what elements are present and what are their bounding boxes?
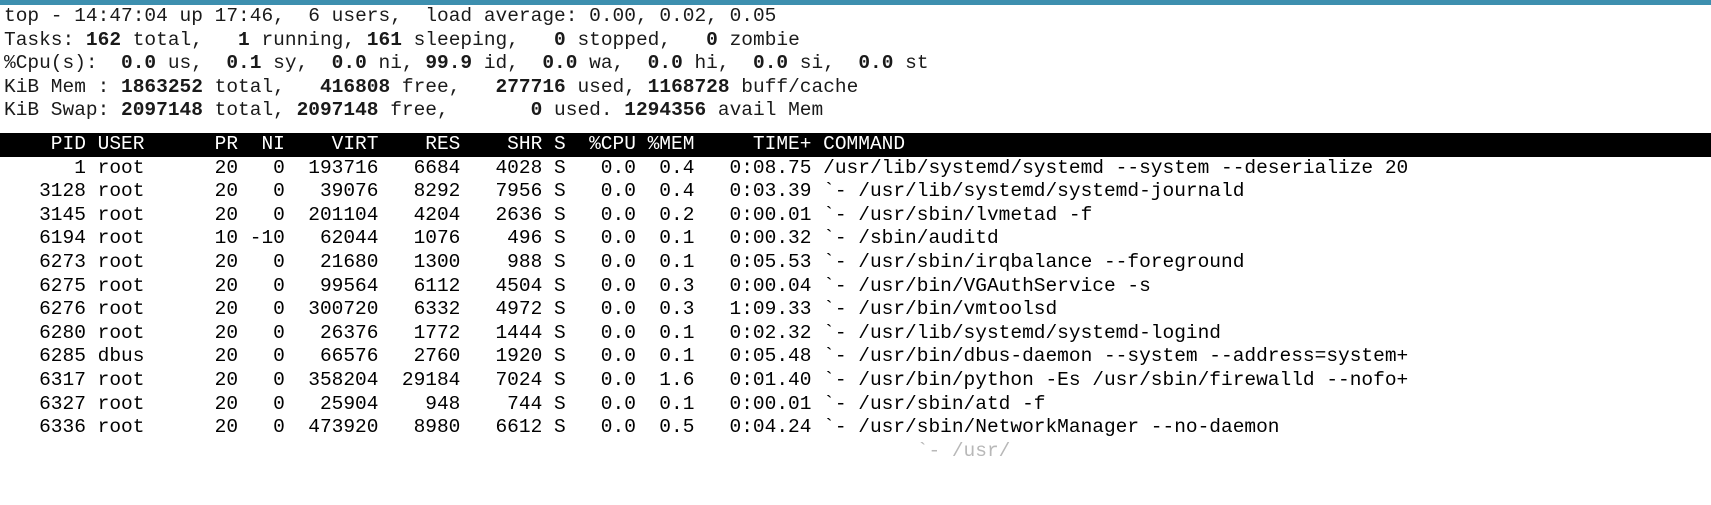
cpu-us-label: us, [156, 52, 215, 75]
mem-free-value: 416808 [296, 75, 391, 98]
tasks-total-label: total, [121, 28, 227, 51]
tasks-running-label: running, [249, 28, 367, 51]
mem-total-value: 1863252 [121, 75, 203, 98]
top-uptime-value: 17:46, [214, 5, 285, 27]
cpu-hi-value: 0.0 [635, 52, 683, 75]
table-row[interactable]: 6285 dbus 20 0 66576 2760 1920 S 0.0 0.1… [0, 345, 1711, 369]
mem-buffcache-value: 1168728 [647, 75, 730, 98]
top-current-time: 14:47:04 [74, 5, 168, 27]
top-users-count: 6 [284, 5, 320, 27]
top-terminal-window[interactable]: top - 14:47:04 up 17:46, 6 users, load a… [0, 0, 1711, 505]
cpu-st-label: st [893, 52, 929, 75]
mem-used-label: used, [565, 75, 648, 98]
load-avg-1min: 0.00 [589, 5, 636, 27]
table-row[interactable]: 6275 root 20 0 99564 6112 4504 S 0.0 0.3… [0, 275, 1711, 299]
mem-label: KiB Mem : [4, 75, 122, 98]
cpu-wa-value: 0.0 [530, 52, 578, 75]
swap-label: KiB Swap: [4, 99, 122, 122]
top-uptime-line: top - 14:47:04 up 17:46, 6 users, load a… [4, 5, 777, 27]
swap-used-label: used. [542, 99, 625, 122]
mem-buffcache-label: buff/cache [729, 75, 859, 98]
cpu-sy-value: 0.1 [214, 52, 262, 75]
top-cpu-line: %Cpu(s): 0.0 us, 0.1 sy, 0.0 ni, 99.9 id… [0, 52, 1711, 76]
table-row[interactable]: 1 root 20 0 193716 6684 4028 S 0.0 0.4 0… [0, 157, 1711, 181]
swap-avail-label: avail Mem [706, 99, 824, 122]
tasks-total-value: 162 [85, 28, 122, 51]
swap-total-label: total, [202, 99, 297, 122]
cpu-ni-label: ni, [366, 52, 426, 75]
table-row[interactable]: 6276 root 20 0 300720 6332 4972 S 0.0 0.… [0, 298, 1711, 322]
tasks-running-value: 1 [226, 28, 250, 51]
table-row-partial[interactable]: `- /usr/ [0, 440, 1711, 464]
cpu-id-label: id, [472, 52, 531, 75]
table-row[interactable]: 6327 root 20 0 25904 948 744 S 0.0 0.1 0… [0, 393, 1711, 417]
table-row[interactable]: 6194 root 10 -10 62044 1076 496 S 0.0 0.… [0, 227, 1711, 251]
tasks-stopped-value: 0 [542, 28, 566, 51]
tasks-stopped-label: stopped, [565, 28, 695, 51]
table-row[interactable]: 6280 root 20 0 26376 1772 1444 S 0.0 0.1… [0, 322, 1711, 346]
top-memory-line: KiB Mem : 1863252 total, 416808 free, 27… [0, 76, 1711, 100]
cpu-si-value: 0.0 [741, 52, 789, 75]
top-load-label: load average: [425, 5, 590, 27]
cpu-st-value: 0.0 [846, 52, 894, 75]
cpu-hi-label: hi, [682, 52, 742, 75]
table-row[interactable]: 6336 root 20 0 473920 8980 6612 S 0.0 0.… [0, 416, 1711, 440]
cpu-sy-label: sy, [261, 52, 320, 75]
process-table-body: 1 root 20 0 193716 6684 4028 S 0.0 0.4 0… [0, 157, 1711, 464]
mem-total-label: total, [202, 75, 297, 98]
table-row[interactable]: 3145 root 20 0 201104 4204 2636 S 0.0 0.… [0, 204, 1711, 228]
terminal-content: top - 14:47:04 up 17:46, 6 users, load a… [0, 5, 1711, 463]
cpu-id-value: 99.9 [425, 52, 473, 75]
swap-total-value: 2097148 [121, 99, 203, 122]
cpu-ni-value: 0.0 [319, 52, 367, 75]
top-program-name: top [4, 5, 40, 27]
cpu-wa-label: wa, [577, 52, 636, 75]
mem-free-label: free, [390, 75, 473, 98]
process-table-header[interactable]: PID USER PR NI VIRT RES SHR S %CPU %MEM … [0, 132, 1711, 157]
tasks-label: Tasks: [4, 28, 86, 51]
tasks-sleeping-label: sleeping, [401, 28, 543, 51]
top-swap-line: KiB Swap: 2097148 total, 2097148 free, 0… [0, 99, 1711, 123]
top-users-label: users, [319, 5, 426, 27]
table-row[interactable]: 6317 root 20 0 358204 29184 7024 S 0.0 1… [0, 369, 1711, 393]
top-tasks-line: Tasks: 162 total, 1 running, 161 sleepin… [0, 29, 1711, 53]
tasks-zombie-value: 0 [694, 28, 718, 51]
table-row[interactable]: 3128 root 20 0 39076 8292 7956 S 0.0 0.4… [0, 180, 1711, 204]
tasks-sleeping-value: 161 [366, 28, 402, 51]
top-dash: - [39, 5, 75, 27]
swap-free-value: 2097148 [296, 99, 379, 122]
cpu-si-label: si, [788, 52, 847, 75]
swap-used-value: 0 [460, 99, 543, 122]
load-avg-15min: 0.05 [729, 5, 777, 27]
cpu-label: %Cpu(s): [4, 52, 110, 75]
swap-avail-value: 1294356 [624, 99, 707, 122]
table-row[interactable]: 6273 root 20 0 21680 1300 988 S 0.0 0.1 … [0, 251, 1711, 275]
top-up-label: up [167, 5, 215, 27]
load-avg-5min: 0.02 [659, 5, 707, 27]
swap-free-label: free, [378, 99, 461, 122]
tasks-zombie-label: zombie [717, 28, 800, 51]
mem-used-value: 277716 [472, 75, 566, 98]
cpu-us-value: 0.0 [109, 52, 157, 75]
